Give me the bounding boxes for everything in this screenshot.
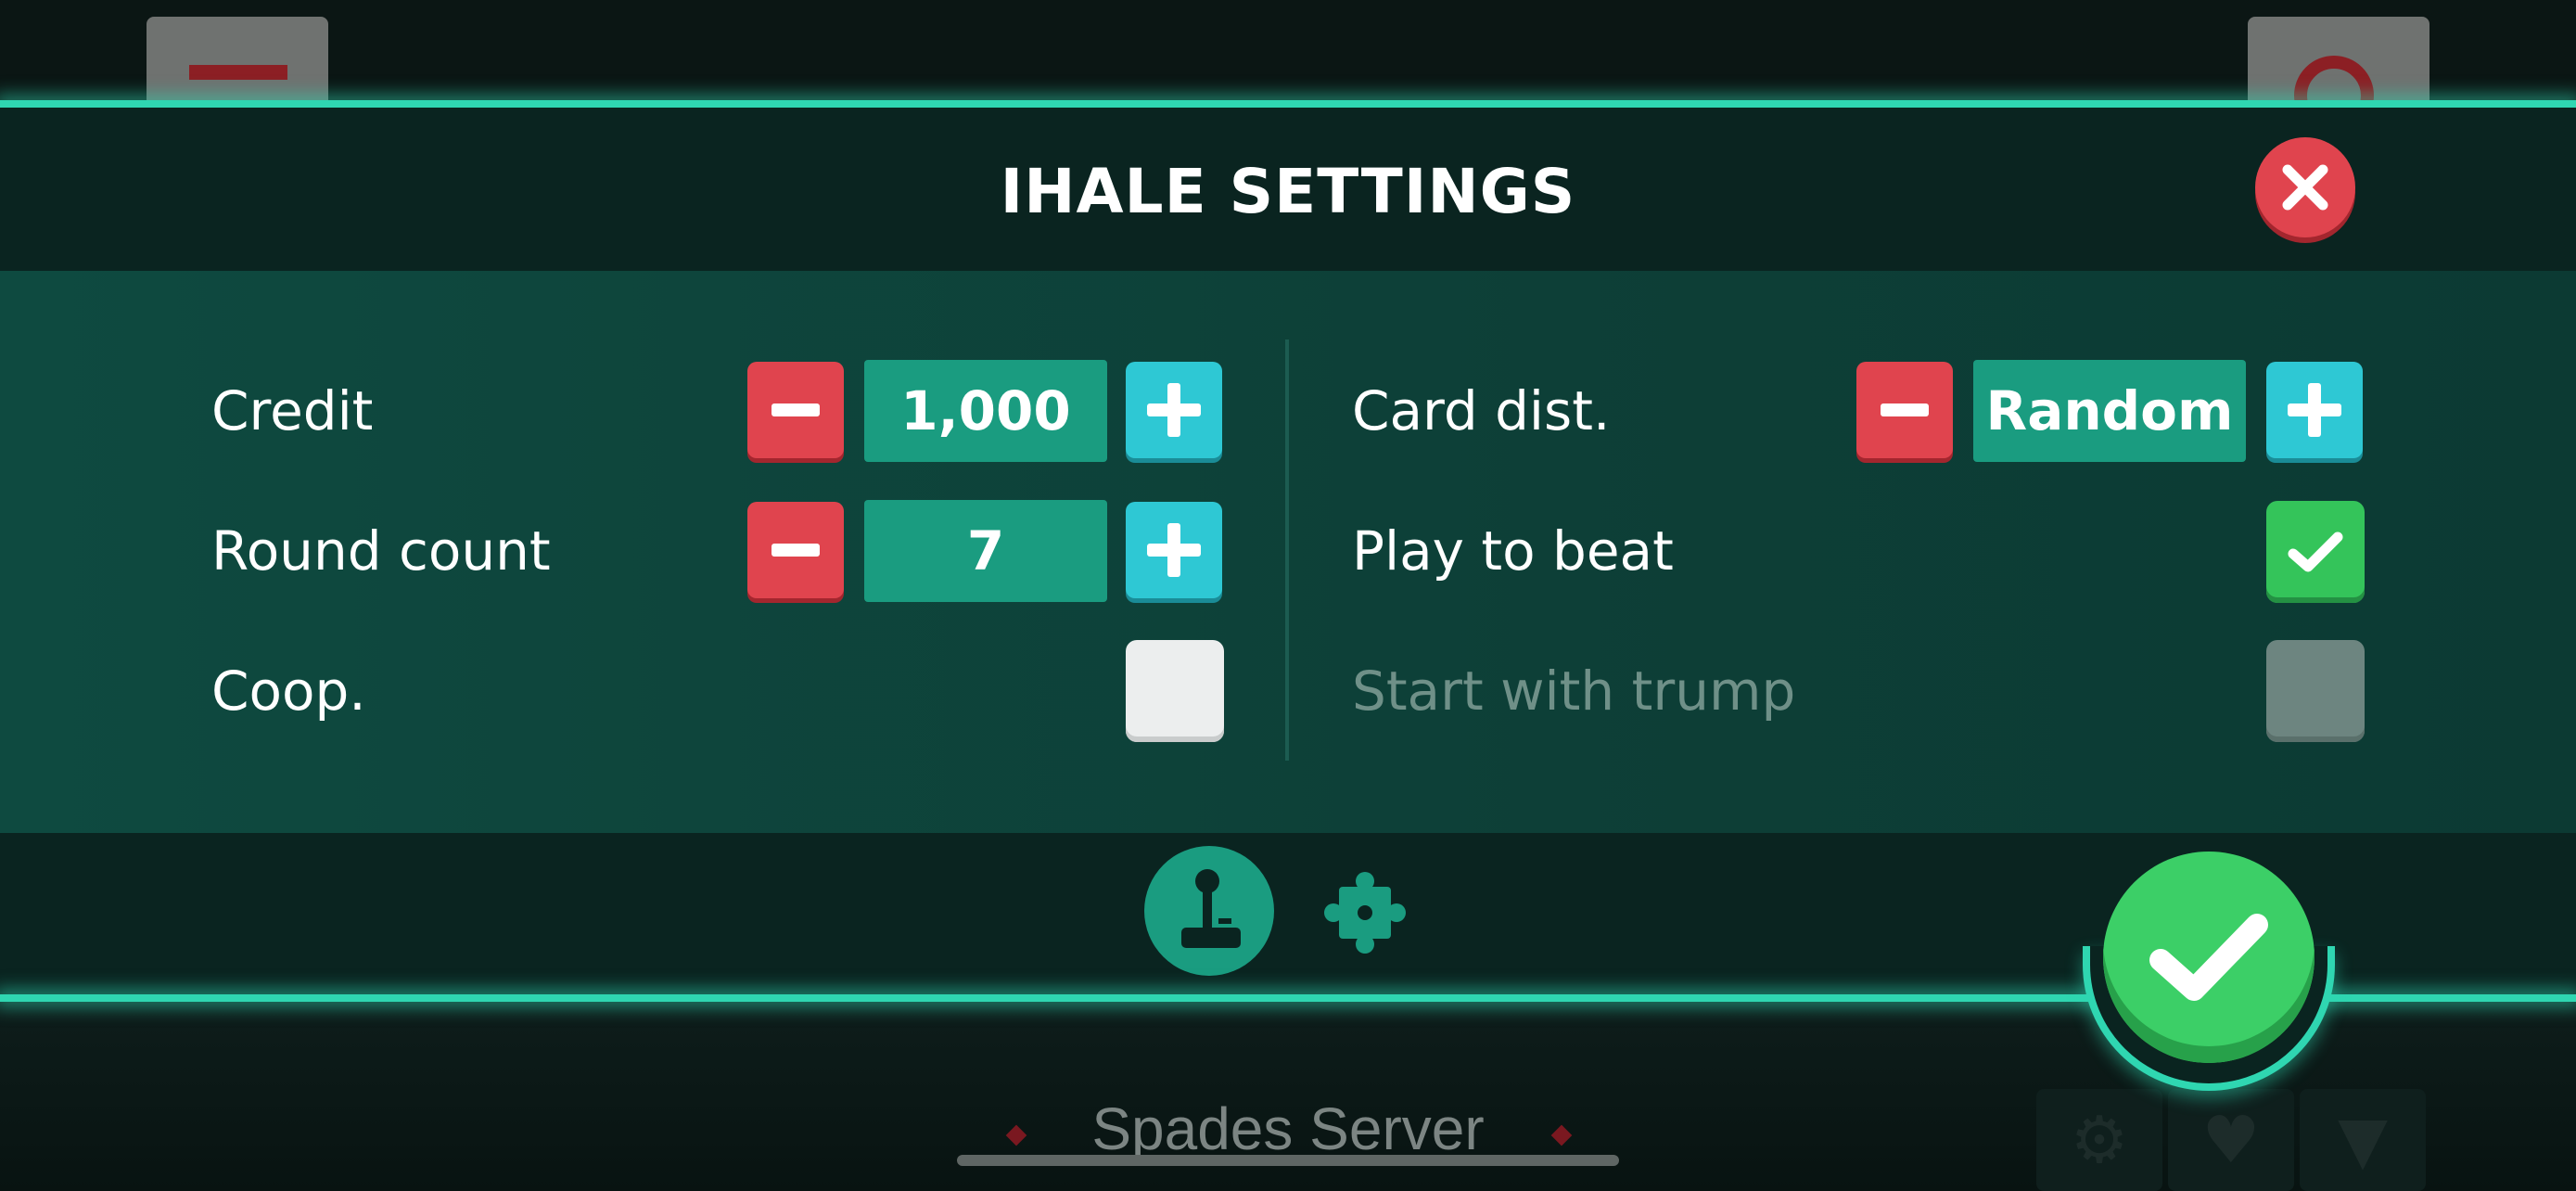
close-icon [2282,164,2328,211]
card-dist-increase-button[interactable] [2266,362,2363,458]
round-count-value: 7 [864,500,1107,602]
minus-icon [772,403,820,416]
round-count-decrease-button[interactable] [747,502,844,598]
start-with-trump-checkbox [2266,640,2365,742]
checkmark-icon [2288,531,2343,572]
credit-label: Credit [211,379,374,442]
play-to-beat-checkbox[interactable] [2266,501,2365,603]
play-to-beat-label: Play to beat [1352,519,1674,583]
start-with-trump-label: Start with trump [1352,660,1796,723]
card-dist-decrease-button[interactable] [1856,362,1953,458]
modal-title: IHALE SETTINGS [1000,156,1576,227]
gear-icon: ⚙ [2036,1089,2162,1191]
plus-icon [2288,383,2341,437]
joystick-icon [1181,869,1241,948]
coop-label: Coop. [211,660,366,723]
column-divider [1285,339,1289,761]
credit-increase-button[interactable] [1126,362,1222,458]
minus-icon [772,544,820,557]
menu-icon [189,65,287,80]
home-indicator[interactable] [957,1155,1619,1166]
minus-icon [1881,403,1929,416]
background-top-bar [0,0,2576,107]
plus-icon [1147,383,1201,437]
heart-icon: ♥ [2168,1089,2294,1191]
tab-extra-settings[interactable] [1324,872,1406,954]
filter-icon: ▼ [2300,1089,2426,1191]
card-dist-label: Card dist. [1352,379,1611,442]
tab-game-settings[interactable] [1144,846,1274,976]
credit-value: 1,000 [864,360,1107,462]
coop-checkbox[interactable] [1126,640,1224,742]
confirm-button[interactable] [2103,852,2315,1063]
round-count-increase-button[interactable] [1126,502,1222,598]
round-count-label: Round count [211,519,551,583]
background-profile-tile [2248,17,2429,135]
modal-top-glow [0,100,2576,108]
credit-decrease-button[interactable] [747,362,844,458]
card-dist-value: Random [1973,360,2246,462]
background-menu-tile [147,17,328,109]
puzzle-icon [1324,872,1406,954]
plus-icon [1147,523,1201,577]
close-button[interactable] [2255,137,2355,237]
checkmark-icon [2149,914,2268,1001]
